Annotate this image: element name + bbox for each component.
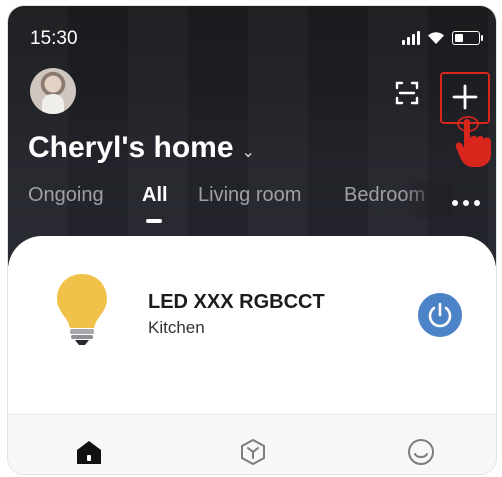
home-selector[interactable]: Cheryl's home ⌄ bbox=[28, 131, 255, 165]
more-dots-icon[interactable] bbox=[452, 200, 480, 206]
status-time: 15:30 bbox=[30, 28, 78, 49]
wifi-icon bbox=[428, 31, 444, 44]
device-list: LED XXX RGBCCT Kitchen bbox=[8, 236, 496, 416]
tab-living-room[interactable]: Living room bbox=[198, 184, 301, 207]
battery-icon bbox=[452, 30, 483, 45]
scene-cube-icon[interactable] bbox=[238, 437, 268, 467]
tab-ongoing[interactable]: Ongoing bbox=[28, 184, 104, 207]
pointing-hand-icon bbox=[455, 116, 491, 167]
power-button[interactable] bbox=[418, 293, 462, 337]
bottom-navigation bbox=[8, 414, 496, 474]
profile-smile-icon[interactable] bbox=[406, 437, 436, 467]
signal-icon bbox=[402, 30, 420, 45]
home-title: Cheryl's home bbox=[28, 131, 234, 164]
chevron-down-icon: ⌄ bbox=[241, 144, 255, 161]
status-icons bbox=[402, 30, 483, 45]
tab-all[interactable]: All bbox=[142, 184, 168, 207]
phone-screen: 15:30 Cheryl's home ⌄ Ongoing All Living… bbox=[8, 6, 496, 474]
device-room: Kitchen bbox=[148, 318, 205, 337]
avatar[interactable] bbox=[30, 68, 76, 114]
home-icon[interactable] bbox=[74, 437, 104, 467]
active-tab-indicator bbox=[146, 219, 162, 223]
bulb-icon bbox=[57, 274, 107, 345]
power-icon bbox=[428, 302, 452, 328]
tab-fade bbox=[403, 182, 453, 218]
scan-icon[interactable] bbox=[394, 80, 420, 106]
device-name: LED XXX RGBCCT bbox=[148, 291, 325, 313]
